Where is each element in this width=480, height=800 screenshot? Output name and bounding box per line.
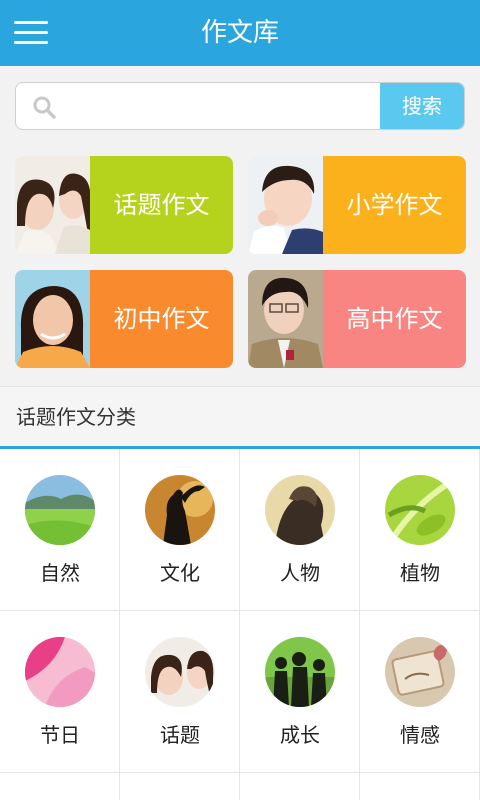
card-label: 初中作文 bbox=[90, 270, 233, 368]
category-grid: 自然 文化 人物 植物 节日 话题 成长 情感 bbox=[0, 449, 480, 800]
card-senior-essay[interactable]: 高中作文 bbox=[248, 270, 466, 368]
nature-image bbox=[25, 475, 95, 545]
category-label: 自然 bbox=[40, 561, 80, 585]
grid-cell-partial bbox=[240, 773, 360, 800]
grid-cell-partial bbox=[120, 773, 240, 800]
category-label: 节日 bbox=[40, 723, 80, 747]
grid-cell-partial bbox=[0, 773, 120, 800]
card-primary-essay[interactable]: 小学作文 bbox=[248, 156, 466, 254]
search-icon bbox=[33, 96, 56, 119]
category-label: 话题 bbox=[160, 723, 200, 747]
card-label: 小学作文 bbox=[323, 156, 466, 254]
culture-image bbox=[145, 475, 215, 545]
section-header: 话题作文分类 bbox=[0, 386, 480, 448]
search-box: 搜索 bbox=[15, 82, 465, 130]
card-topic-essay[interactable]: 话题作文 bbox=[15, 156, 233, 254]
boy-photo bbox=[248, 156, 323, 254]
women-photo bbox=[15, 156, 90, 254]
student-photo bbox=[248, 270, 323, 368]
card-label: 话题作文 bbox=[90, 156, 233, 254]
girl-photo bbox=[15, 270, 90, 368]
festival-image bbox=[25, 637, 95, 707]
emotion-image bbox=[385, 637, 455, 707]
growth-image bbox=[265, 637, 335, 707]
plants-image bbox=[385, 475, 455, 545]
category-label: 人物 bbox=[280, 561, 320, 585]
category-growth[interactable]: 成长 bbox=[240, 611, 360, 773]
search-button[interactable]: 搜索 bbox=[380, 83, 464, 129]
top-bar: 作文库 bbox=[0, 0, 480, 66]
grid-cell-partial bbox=[360, 773, 480, 800]
category-festival[interactable]: 节日 bbox=[0, 611, 120, 773]
topic-image bbox=[145, 637, 215, 707]
category-label: 成长 bbox=[280, 723, 320, 747]
card-junior-essay[interactable]: 初中作文 bbox=[15, 270, 233, 368]
category-plants[interactable]: 植物 bbox=[360, 449, 480, 611]
search-input[interactable] bbox=[68, 83, 378, 129]
category-cards: 话题作文 小学作文 初中作文 高中作文 bbox=[0, 146, 480, 386]
category-culture[interactable]: 文化 bbox=[120, 449, 240, 611]
category-label: 文化 bbox=[160, 561, 200, 585]
people-image bbox=[265, 475, 335, 545]
category-label: 情感 bbox=[400, 723, 440, 747]
page-title: 作文库 bbox=[200, 18, 279, 48]
menu-icon[interactable] bbox=[14, 20, 48, 46]
category-topic[interactable]: 话题 bbox=[120, 611, 240, 773]
category-people[interactable]: 人物 bbox=[240, 449, 360, 611]
search-area: 搜索 bbox=[0, 66, 480, 146]
section-title: 话题作文分类 bbox=[16, 405, 136, 429]
category-emotion[interactable]: 情感 bbox=[360, 611, 480, 773]
card-label: 高中作文 bbox=[323, 270, 466, 368]
category-label: 植物 bbox=[400, 561, 440, 585]
category-nature[interactable]: 自然 bbox=[0, 449, 120, 611]
